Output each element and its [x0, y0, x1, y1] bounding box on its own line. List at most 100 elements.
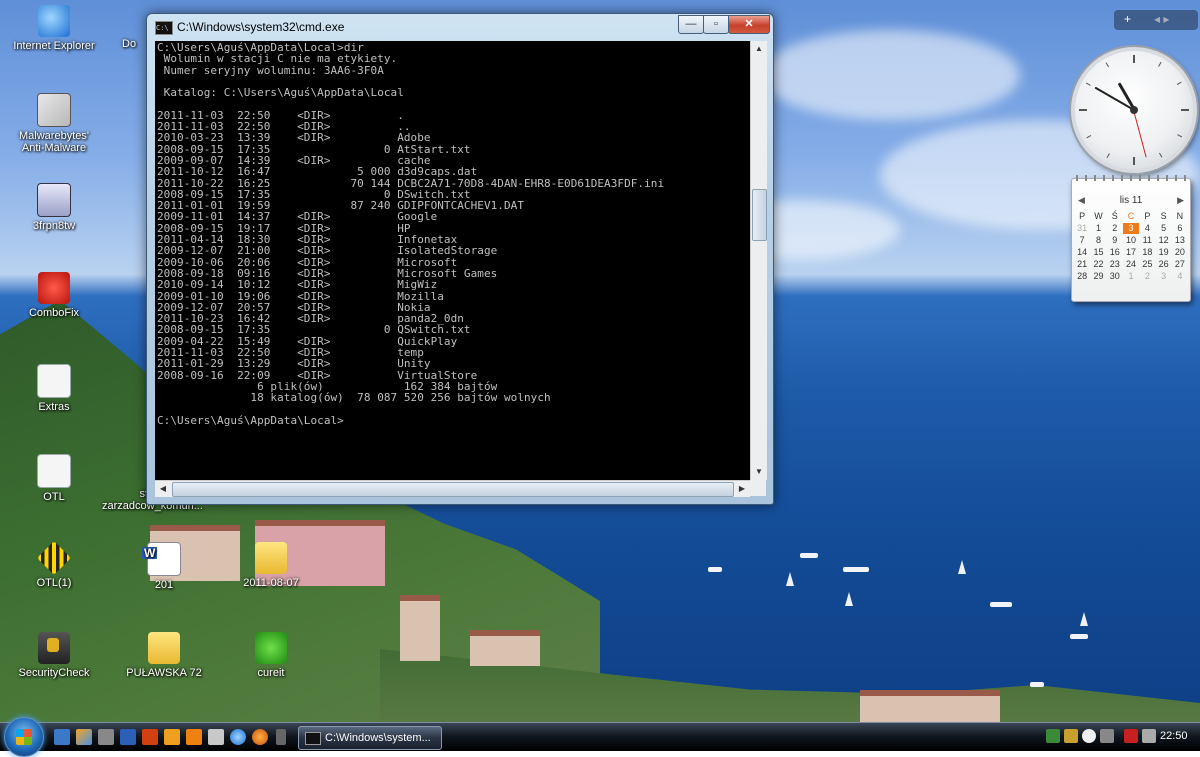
close-button[interactable]: ✕	[728, 15, 770, 34]
security-alert-icon[interactable]	[1124, 729, 1138, 743]
power-icon[interactable]	[1142, 729, 1156, 743]
calendar-day[interactable]: 20	[1172, 247, 1188, 258]
calendar-weekday: P	[1079, 211, 1086, 221]
console-output[interactable]: C:\Users\Aguś\AppData\Local>dir Wolumin …	[155, 41, 750, 480]
calendar-day[interactable]: 19	[1155, 247, 1171, 258]
maximize-button[interactable]: ▫	[703, 15, 729, 34]
app-icon[interactable]	[208, 729, 224, 745]
calendar-day[interactable]: 27	[1172, 259, 1188, 270]
quicklaunch-overflow-icon[interactable]	[276, 729, 286, 745]
office-icon[interactable]	[142, 729, 158, 745]
calendar-day[interactable]: 2	[1107, 223, 1123, 234]
panda-icon[interactable]	[1082, 729, 1096, 743]
horizontal-scroll-thumb[interactable]	[172, 482, 734, 497]
scroll-right-arrow-icon[interactable]: ▶	[734, 481, 750, 497]
desktop-icon-cureit[interactable]: cureit	[229, 632, 313, 679]
calendar-day[interactable]: 31	[1074, 223, 1090, 234]
minimize-button[interactable]: —	[678, 15, 704, 34]
calendar-day[interactable]: 21	[1074, 259, 1090, 270]
calendar-day[interactable]: 22	[1090, 259, 1106, 270]
clock-gadget[interactable]	[1071, 47, 1197, 173]
desktop-icon-malwarebytes[interactable]: Malwarebytes' Anti-Malware	[12, 93, 96, 154]
calendar-day[interactable]: 26	[1155, 259, 1171, 270]
console-line: Numer seryjny woluminu: 3AA6-3F0A	[157, 63, 384, 77]
network-icon[interactable]	[1046, 729, 1060, 743]
calendar-day[interactable]: 3	[1155, 271, 1171, 282]
camera-icon[interactable]	[98, 729, 114, 745]
calendar-day[interactable]: 29	[1090, 271, 1106, 282]
photo-viewer-icon[interactable]	[76, 729, 92, 745]
calendar-day[interactable]: 12	[1155, 235, 1171, 246]
window-title: C:\Windows\system32\cmd.exe	[177, 20, 345, 34]
calendar-day[interactable]: 4	[1172, 271, 1188, 282]
scroll-down-arrow-icon[interactable]: ▼	[751, 464, 767, 480]
scroll-up-arrow-icon[interactable]: ▲	[751, 41, 767, 57]
calendar-day[interactable]: 30	[1107, 271, 1123, 282]
calendar-next-icon[interactable]: ▶	[1177, 195, 1184, 206]
calendar-day[interactable]: 13	[1172, 235, 1188, 246]
show-desktop-icon[interactable]	[54, 729, 70, 745]
desktop-icon-combofix[interactable]: ComboFix	[12, 272, 96, 319]
cmd-icon	[305, 732, 321, 745]
calendar-day[interactable]: 10	[1123, 235, 1139, 246]
calendar-day[interactable]: 1	[1123, 271, 1139, 282]
desktop-icon-partial-st[interactable]: st zarzadcow_komun...	[102, 488, 203, 512]
media-player-icon[interactable]	[164, 729, 180, 745]
calendar-day[interactable]: 24	[1123, 259, 1139, 270]
folder-icon	[148, 632, 180, 664]
desktop-icon-otl[interactable]: OTL	[12, 454, 96, 503]
calendar-day[interactable]: 15	[1090, 247, 1106, 258]
calendar-day[interactable]: 4	[1139, 223, 1155, 234]
window-titlebar[interactable]: C:\ C:\Windows\system32\cmd.exe — ▫ ✕	[147, 14, 773, 40]
calendar-day[interactable]: 7	[1074, 235, 1090, 246]
console-text: C:\Users\Aguś\AppData\Local>dir Wolumin …	[155, 41, 750, 426]
calendar-day[interactable]: 8	[1090, 235, 1106, 246]
desktop-icon-label: Extras	[38, 401, 70, 413]
desktop-icon-201[interactable]: 201	[122, 542, 206, 591]
vlc-icon[interactable]	[186, 729, 202, 745]
desktop-icon-label: Internet Explorer	[13, 40, 95, 52]
calendar-day[interactable]: 11	[1139, 235, 1155, 246]
calendar-day[interactable]: 1	[1090, 223, 1106, 234]
desktop-icon-otl1[interactable]: OTL(1)	[12, 541, 96, 589]
horizontal-scrollbar[interactable]: ◀ ▶	[155, 480, 750, 497]
add-gadget-button[interactable]: +	[1124, 12, 1131, 26]
calendar-day[interactable]: 23	[1107, 259, 1123, 270]
calendar-day[interactable]: 16	[1107, 247, 1123, 258]
cmd-window[interactable]: C:\ C:\Windows\system32\cmd.exe — ▫ ✕ C:…	[146, 13, 774, 505]
calendar-weekday: P	[1144, 211, 1151, 221]
desktop-icon-label: zarzadcow_komun...	[102, 500, 203, 512]
desktop-icon-2011-08-07[interactable]: 2011-08-07	[229, 542, 313, 589]
desktop-icon-pulawska-72[interactable]: PUŁAWSKA 72	[122, 632, 206, 679]
calendar-gadget[interactable]: ◀ lis 11 ▶ P W Ś C P S N 31 1 2 3 4 5 6 7 8 9 10 11 12 13 14 1…	[1071, 175, 1191, 302]
firefox-icon[interactable]	[252, 729, 268, 745]
calendar-day[interactable]: 17	[1123, 247, 1139, 258]
desktop-icon-3frpn8tw[interactable]: 3frpn8tw	[12, 183, 96, 232]
desktop-icon-label: OTL	[43, 491, 65, 503]
calendar-day[interactable]: 9	[1107, 235, 1123, 246]
calendar-day[interactable]: 25	[1139, 259, 1155, 270]
desktop-icon-internet-explorer[interactable]: Internet Explorer	[12, 5, 96, 52]
volume-icon[interactable]	[1100, 729, 1114, 743]
internet-explorer-icon[interactable]	[230, 729, 246, 745]
calendar-day[interactable]: 2	[1139, 271, 1155, 282]
calendar-day[interactable]: 18	[1139, 247, 1155, 258]
scroll-left-arrow-icon[interactable]: ◀	[155, 481, 171, 497]
calendar-day[interactable]: 6	[1172, 223, 1188, 234]
word-icon[interactable]	[120, 729, 136, 745]
start-button[interactable]	[4, 717, 44, 757]
taskbar-button-cmd[interactable]: C:\Windows\system...	[298, 726, 442, 750]
calendar-day[interactable]: 3	[1122, 223, 1140, 234]
vertical-scroll-thumb[interactable]	[752, 189, 767, 241]
desktop-icon-securitycheck[interactable]: SecurityCheck	[12, 632, 96, 679]
calendar-day[interactable]: 14	[1074, 247, 1090, 258]
desktop-icon-extras[interactable]: Extras	[12, 364, 96, 413]
antivirus-icon[interactable]	[1064, 729, 1078, 743]
desktop-icon-label: 2011-08-07	[243, 577, 299, 589]
calendar-day[interactable]: 5	[1155, 223, 1171, 234]
taskbar-clock[interactable]: 22:50	[1160, 730, 1188, 742]
vertical-scrollbar[interactable]: ▲ ▼	[750, 41, 767, 480]
gadget-nav-arrows[interactable]: ◂ ▸	[1154, 12, 1169, 26]
desktop-icon-label: OTL(1)	[36, 577, 72, 589]
calendar-day[interactable]: 28	[1074, 271, 1090, 282]
